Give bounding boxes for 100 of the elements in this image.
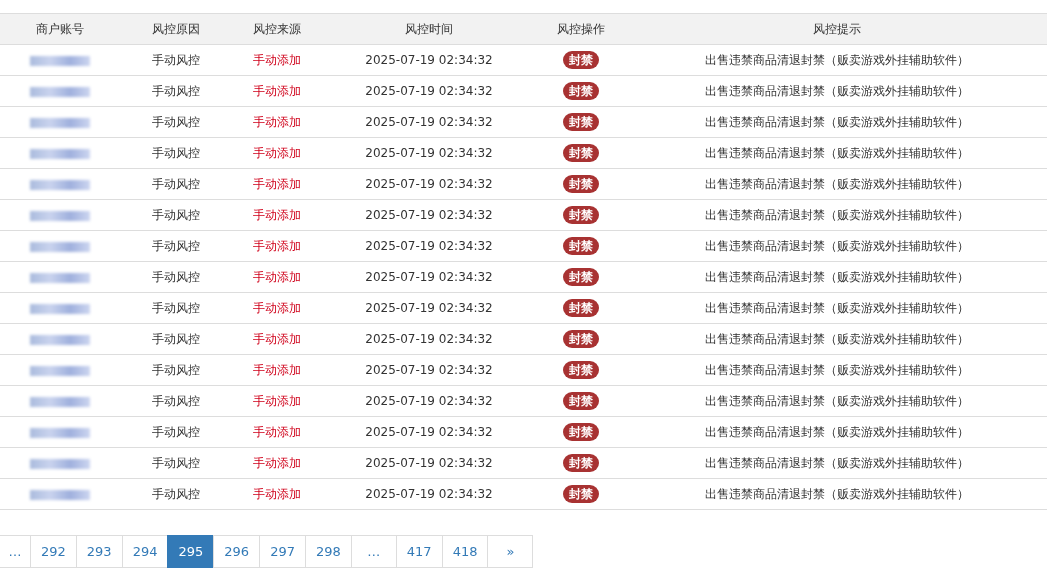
action-badge: 封禁 [563,175,599,193]
table-cell: 2025-07-19 02:34:32 [365,208,493,222]
blurred-account [30,210,90,221]
table-cell: 手动添加 [253,239,301,253]
action-badge: 封禁 [563,330,599,348]
table-cell: 手动风控 [152,363,200,377]
table-cell: 出售违禁商品清退封禁（贩卖游戏外挂辅助软件） [704,363,969,377]
page-link[interactable]: 295 [167,535,215,568]
table-cell: 手动添加 [253,53,301,67]
table-cell: 手动风控 [152,239,200,253]
table-cell: 2025-07-19 02:34:32 [365,487,493,501]
table-cell: 手动风控 [152,456,200,470]
blurred-account [30,117,90,128]
table-cell: 手动风控 [152,301,200,315]
table-cell: 2025-07-19 02:34:32 [365,456,493,470]
action-badge: 封禁 [563,206,599,224]
blurred-account [30,241,90,252]
table-cell: 手动风控 [152,146,200,160]
table-cell: 手动风控 [152,487,200,501]
action-badge: 封禁 [563,485,599,503]
table-cell: 手动风控 [152,53,200,67]
page-link[interactable]: … [0,535,31,568]
table-cell: 2025-07-19 02:34:32 [365,239,493,253]
table-cell: 2025-07-19 02:34:32 [365,53,493,67]
table-cell: 出售违禁商品清退封禁（贩卖游戏外挂辅助软件） [704,53,969,67]
table-cell: 手动添加 [253,146,301,160]
table-cell: 手动添加 [253,487,301,501]
action-badge: 封禁 [563,392,599,410]
page-link[interactable]: 294 [121,535,169,568]
page-link[interactable]: » [487,535,534,568]
table-cell: 手动添加 [253,301,301,315]
column-header: 风控来源 [232,13,322,45]
table-cell: 出售违禁商品清退封禁（贩卖游戏外挂辅助软件） [704,487,969,501]
table-cell: 手动风控 [152,84,200,98]
table-cell: 手动风控 [152,425,200,439]
table-cell: 手动添加 [253,363,301,377]
table-cell: 手动添加 [253,84,301,98]
blurred-account [30,489,90,500]
blurred-account [30,365,90,376]
table-cell: 2025-07-19 02:34:32 [365,363,493,377]
table-cell: 手动添加 [253,456,301,470]
table-cell: 出售违禁商品清退封禁（贩卖游戏外挂辅助软件） [704,208,969,222]
action-badge: 封禁 [563,51,599,69]
table-cell: 手动添加 [253,332,301,346]
table-cell: 手动风控 [152,270,200,284]
action-badge: 封禁 [563,237,599,255]
table-cell: 手动风控 [152,177,200,191]
table-cell: 2025-07-19 02:34:32 [365,177,493,191]
table-cell: 出售违禁商品清退封禁（贩卖游戏外挂辅助软件） [704,115,969,129]
column-header: 风控操作 [536,13,626,45]
table-cell: 手动添加 [253,208,301,222]
table-cell: 手动风控 [152,208,200,222]
action-badge: 封禁 [563,82,599,100]
table-cell: 手动添加 [253,177,301,191]
column-header: 风控提示 [626,13,1047,45]
table-cell: 2025-07-19 02:34:32 [365,84,493,98]
blurred-account [30,396,90,407]
table-cell: 手动风控 [152,115,200,129]
table-cell: 2025-07-19 02:34:32 [365,394,493,408]
action-badge: 封禁 [563,144,599,162]
table-cell: 出售违禁商品清退封禁（贩卖游戏外挂辅助软件） [704,332,969,346]
action-badge: 封禁 [563,454,599,472]
table-cell: 手动添加 [253,394,301,408]
action-badge: 封禁 [563,268,599,286]
table-cell: 出售违禁商品清退封禁（贩卖游戏外挂辅助软件） [704,425,969,439]
table-cell: 出售违禁商品清退封禁（贩卖游戏外挂辅助软件） [704,456,969,470]
table-cell: 出售违禁商品清退封禁（贩卖游戏外挂辅助软件） [704,239,969,253]
table-cell: 手动风控 [152,394,200,408]
blurred-account [30,458,90,469]
blurred-account [30,86,90,97]
table-cell: 出售违禁商品清退封禁（贩卖游戏外挂辅助软件） [704,270,969,284]
action-badge: 封禁 [563,361,599,379]
table-cell: 出售违禁商品清退封禁（贩卖游戏外挂辅助软件） [704,177,969,191]
table-cell: 2025-07-19 02:34:32 [365,332,493,346]
blurred-account [30,55,90,66]
table-cell: 2025-07-19 02:34:32 [365,425,493,439]
column-header: 商户账号 [0,13,120,45]
blurred-account [30,427,90,438]
action-badge: 封禁 [563,423,599,441]
table-cell: 出售违禁商品清退封禁（贩卖游戏外挂辅助软件） [704,301,969,315]
table-cell: 出售违禁商品清退封禁（贩卖游戏外挂辅助软件） [704,394,969,408]
table-cell: 2025-07-19 02:34:32 [365,301,493,315]
page-link[interactable]: 418 [441,535,489,568]
table-cell: 出售违禁商品清退封禁（贩卖游戏外挂辅助软件） [704,84,969,98]
page-link[interactable]: 292 [30,535,77,568]
page-link[interactable]: 417 [395,535,443,568]
table-cell: 手动添加 [253,115,301,129]
page-link[interactable]: 293 [75,535,123,568]
table-cell: 2025-07-19 02:34:32 [365,270,493,284]
column-header: 风控原因 [120,13,232,45]
page-link[interactable]: 297 [259,535,306,568]
blurred-account [30,334,90,345]
table-cell: 手动风控 [152,332,200,346]
page-link[interactable]: … [350,535,397,568]
page-link[interactable]: 298 [304,535,352,568]
table-cell: 2025-07-19 02:34:32 [365,146,493,160]
column-header: 风控时间 [322,13,536,45]
blurred-account [30,303,90,314]
action-badge: 封禁 [563,113,599,131]
page-link[interactable]: 296 [213,535,261,568]
